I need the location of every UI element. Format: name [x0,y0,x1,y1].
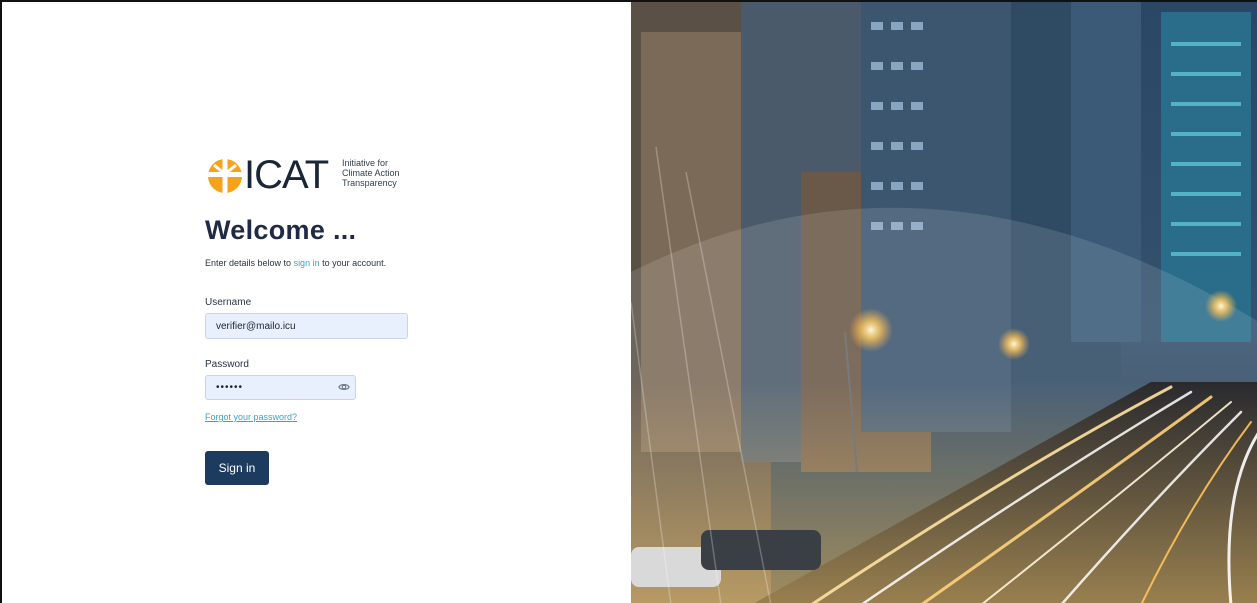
logo-wordmark: ICAT [244,153,329,197]
password-input[interactable] [205,375,356,400]
logo-tagline-line-2: Climate Action [342,168,400,178]
username-label: Username [205,297,252,308]
sign-in-inline-link[interactable]: sign in [294,258,320,268]
sign-in-button[interactable]: Sign in [205,451,269,485]
intro-text: Enter details below to sign in to your a… [205,258,386,268]
username-input[interactable] [205,313,408,339]
logo-tagline-line-3: Transparency [342,178,397,188]
page-title: Welcome ... [205,215,357,245]
icat-logo: ICAT Initiative for Climate Action Trans… [206,155,426,195]
eye-icon[interactable] [338,381,350,393]
forgot-password-link[interactable]: Forgot your password? [205,412,297,422]
intro-suffix: to your account. [319,258,387,268]
login-panel: ICAT Initiative for Climate Action Trans… [2,2,631,603]
intro-prefix: Enter details below to [205,258,294,268]
password-label: Password [205,359,249,370]
hero-city-image [631,2,1257,603]
icat-logo-mark-icon [206,157,244,195]
logo-tagline: Initiative for Climate Action Transparen… [342,158,432,188]
logo-tagline-line-1: Initiative for [342,158,389,168]
browser-viewport: ICAT Initiative for Climate Action Trans… [0,0,1257,603]
city-night-illustration [631,2,1257,603]
